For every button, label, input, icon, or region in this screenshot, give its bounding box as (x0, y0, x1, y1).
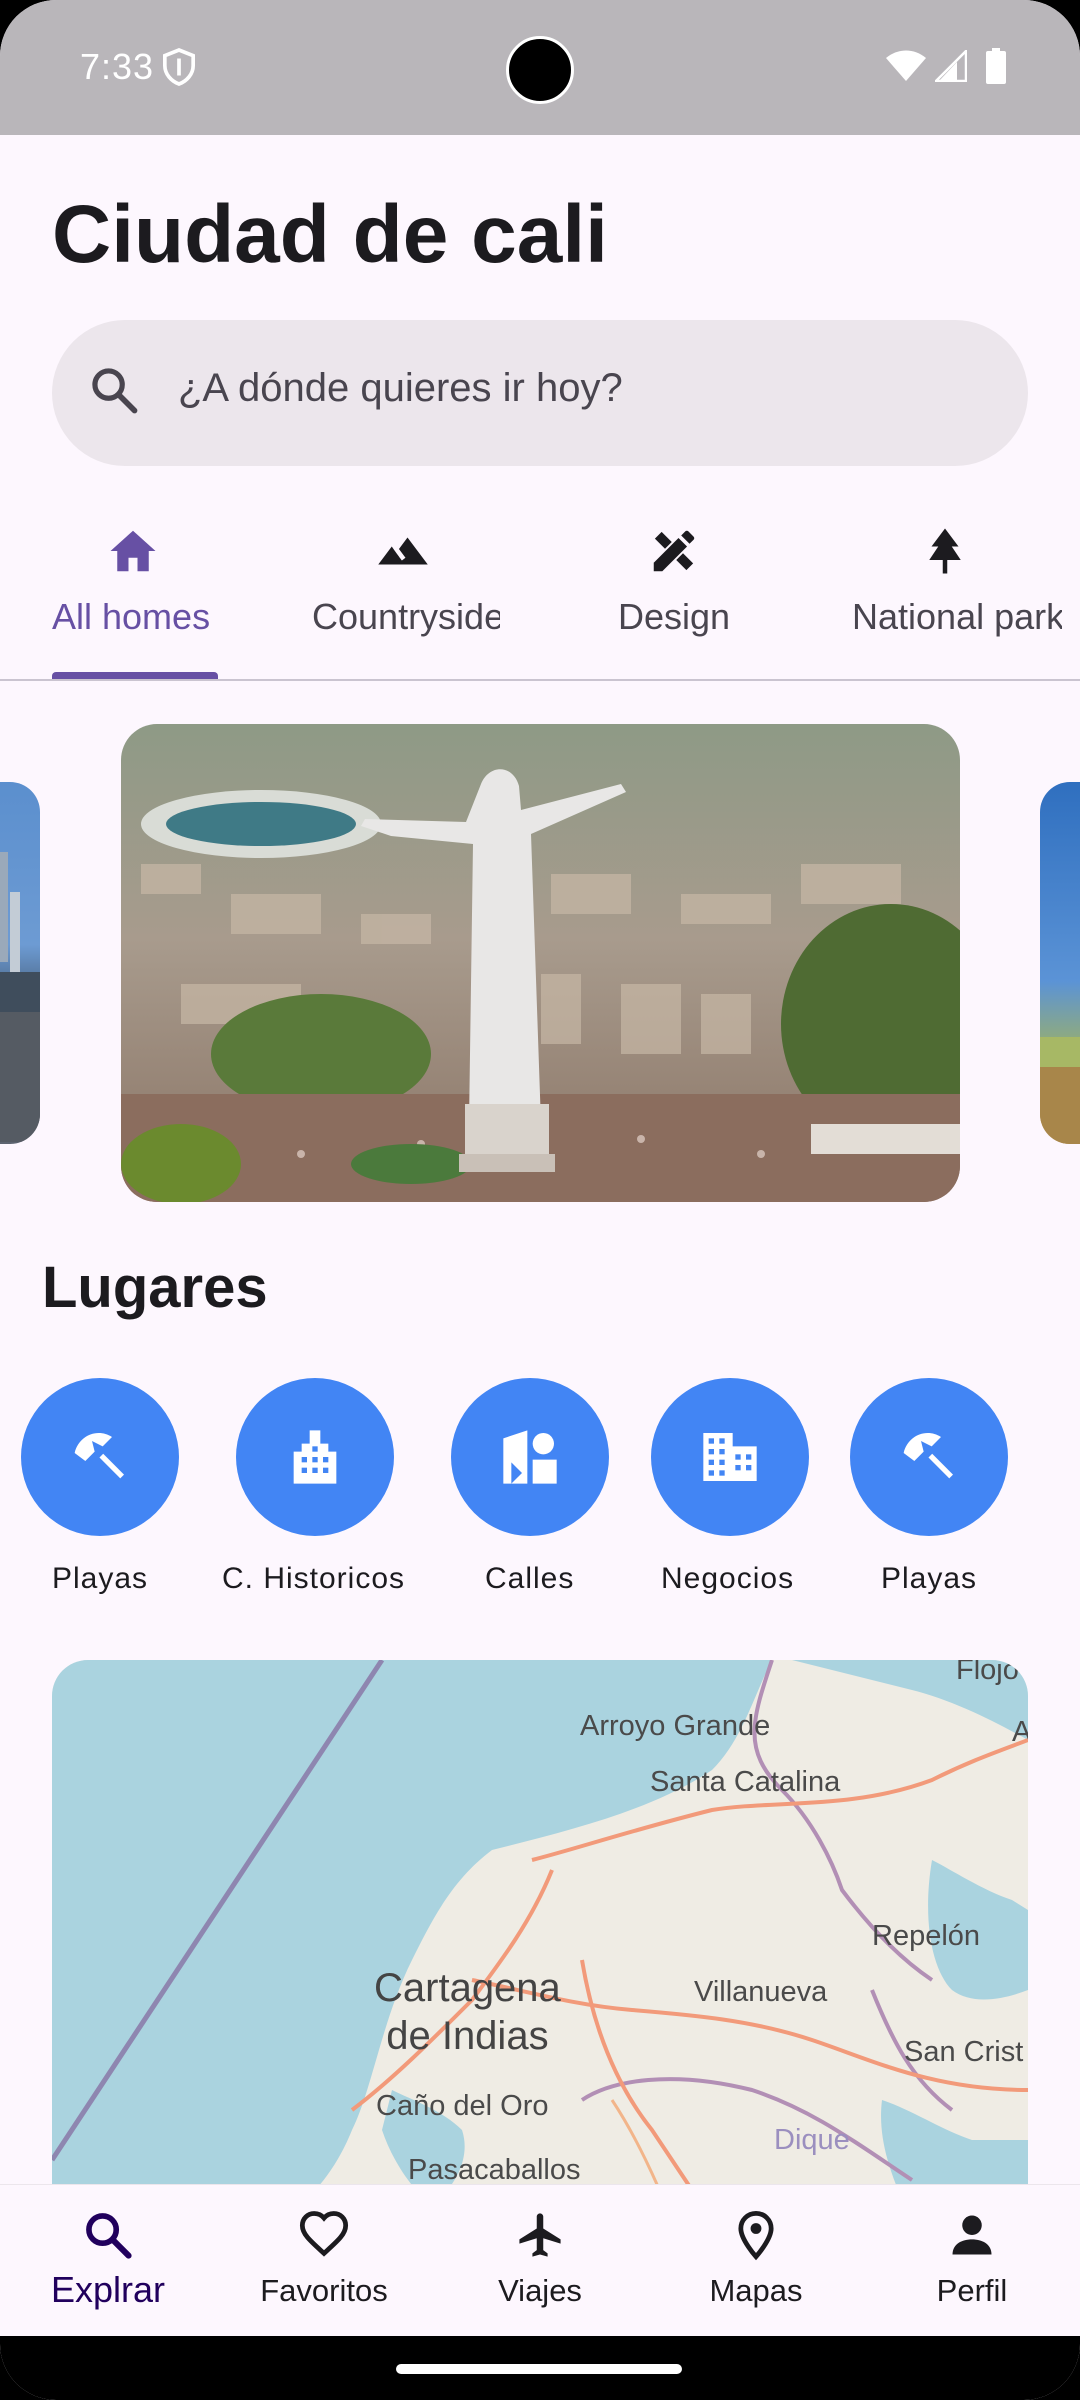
place-historicos[interactable]: C. Historicos (222, 1378, 456, 1598)
carousel-prev-image[interactable] (0, 782, 40, 1144)
beach-umbrella-icon (903, 1433, 953, 1479)
map-label-cartagena: Cartagena de Indias (374, 1966, 561, 2058)
place-playas[interactable]: Playas (21, 1378, 241, 1598)
tabs-divider (0, 679, 1080, 681)
map-label-cano-del-oro: Caño del Oro (376, 2090, 549, 2122)
hero-image[interactable] (121, 724, 960, 1202)
heart-icon (299, 2211, 349, 2257)
place-playas-2[interactable]: Playas (850, 1378, 1070, 1598)
carousel-next-image[interactable] (1040, 782, 1080, 1144)
nav-label: Explrar (50, 2269, 166, 2310)
search-icon[interactable] (88, 364, 140, 416)
home-indicator[interactable] (396, 2364, 682, 2374)
home-icon (110, 530, 156, 572)
map-label-flojo: Flojo (956, 1660, 1019, 1686)
app-screen: 7:33 Ciudad de cali ¿A dónde quieres ir … (0, 0, 1080, 2400)
place-label: Calles (485, 1562, 575, 1595)
tab-label: All homes (52, 596, 211, 637)
airplane-icon (519, 2213, 561, 2257)
shield-icon (162, 48, 196, 86)
nav-label: Favoritos (260, 2273, 388, 2308)
nav-viajes[interactable]: Viajes (432, 2185, 648, 2337)
tab-label: Countryside (312, 596, 500, 637)
place-calles[interactable]: Calles (451, 1378, 671, 1598)
search-icon (86, 2213, 132, 2259)
category-tabs: All homes Countryside Design National pa… (0, 510, 1080, 680)
place-circle[interactable] (651, 1378, 809, 1536)
business-building-icon (703, 1433, 757, 1481)
nav-label: Perfil (936, 2273, 1008, 2308)
bottom-navigation: Explrar Favoritos Viajes Mapas Perfil (0, 2184, 1080, 2336)
tab-countryside[interactable]: Countryside (290, 510, 530, 680)
map-label-arroyo-grande: Arroyo Grande (580, 1710, 771, 1742)
beach-umbrella-icon (74, 1433, 124, 1479)
place-label: Playas (52, 1562, 149, 1595)
nav-explorar[interactable]: Explrar (0, 2185, 216, 2337)
nav-mapas[interactable]: Mapas (648, 2185, 864, 2337)
map-label-villanueva: Villanueva (694, 1976, 828, 2008)
map-label-santa-catalina: Santa Catalina (650, 1766, 841, 1798)
map-view[interactable]: Flojo Arroyo Grande Santa Catalina Repel… (52, 1660, 1028, 2220)
tab-design[interactable]: Design (555, 510, 795, 680)
place-label: C. Historicos (222, 1562, 406, 1595)
tab-label: Design (618, 596, 731, 637)
wifi-icon (886, 50, 926, 81)
map-label-pasacaballos: Pasacaballos (408, 2154, 581, 2186)
map-label-edge: A (1012, 1716, 1028, 1748)
place-circle[interactable] (850, 1378, 1008, 1536)
map-label-san-cristobal: San Crist (904, 2036, 1024, 2068)
place-circle[interactable] (236, 1378, 394, 1536)
design-tools-icon (653, 530, 695, 572)
landscape-icon (378, 537, 428, 565)
map-label-dique: Dique (774, 2124, 850, 2156)
status-time: 7:33 (80, 46, 155, 87)
map-label-repelon: Repelón (872, 1920, 981, 1952)
page-title: Ciudad de cali (52, 189, 608, 280)
tab-label: National parks (852, 596, 1062, 637)
place-label: Negocios (661, 1562, 795, 1595)
status-bar: 7:33 (0, 0, 1080, 135)
nav-label: Mapas (709, 2273, 803, 2308)
place-circle[interactable] (21, 1378, 179, 1536)
nav-favoritos[interactable]: Favoritos (216, 2185, 432, 2337)
search-input[interactable]: ¿A dónde quieres ir hoy? (178, 366, 623, 411)
camera-cutout (506, 36, 574, 104)
place-negocios[interactable]: Negocios (651, 1378, 871, 1598)
historic-building-icon (293, 1430, 337, 1484)
battery-icon (986, 48, 1006, 84)
place-circle[interactable] (451, 1378, 609, 1536)
place-label: Playas (881, 1562, 978, 1595)
nav-label: Viajes (498, 2273, 582, 2308)
tab-national-parks[interactable]: National parks (822, 510, 1062, 680)
location-pin-icon (738, 2210, 774, 2261)
signal-icon (935, 50, 967, 82)
tree-icon (929, 528, 961, 574)
person-icon (952, 2215, 992, 2255)
streets-icon (503, 1430, 557, 1484)
places-title: Lugares (42, 1255, 268, 1320)
nav-perfil[interactable]: Perfil (864, 2185, 1080, 2337)
tab-all-homes[interactable]: All homes (28, 510, 268, 680)
